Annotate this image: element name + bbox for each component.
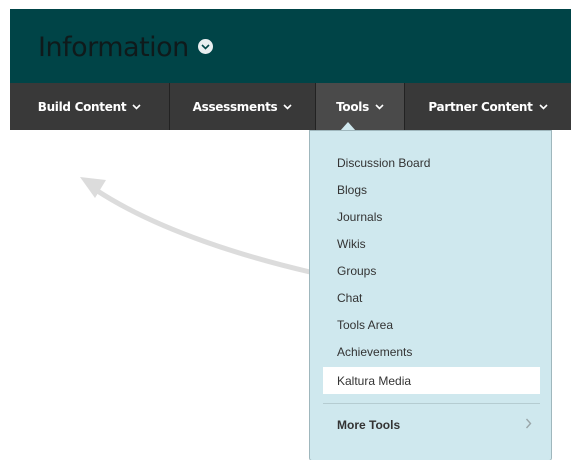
menu-item-wikis[interactable]: Wikis xyxy=(323,230,540,257)
menu-item-achievements[interactable]: Achievements xyxy=(323,338,540,365)
tools-dropdown-menu: Discussion Board Blogs Journals Wikis Gr… xyxy=(309,130,552,460)
more-tools-button[interactable]: More Tools xyxy=(323,412,540,438)
menu-item-chat[interactable]: Chat xyxy=(323,284,540,311)
menu-item-blogs[interactable]: Blogs xyxy=(323,176,540,203)
menu-item-journals[interactable]: Journals xyxy=(323,203,540,230)
menu-divider xyxy=(323,403,540,404)
menu-item-groups[interactable]: Groups xyxy=(323,257,540,284)
menu-item-discussion-board[interactable]: Discussion Board xyxy=(323,149,540,176)
more-tools-label: More Tools xyxy=(337,418,401,432)
chevron-right-icon xyxy=(525,418,532,432)
menu-item-tools-area[interactable]: Tools Area xyxy=(323,311,540,338)
menu-item-kaltura-media[interactable]: Kaltura Media xyxy=(323,367,540,394)
